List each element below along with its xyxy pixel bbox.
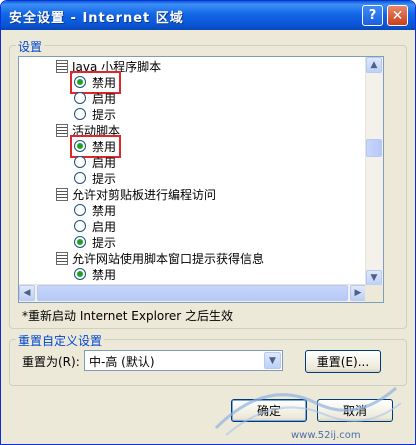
tree-label: 提示 [92,107,117,122]
reset-button-label: 重置(E)... [316,355,370,369]
settings-group-label: 设置 [16,38,45,55]
cancel-button[interactable]: 取消 [317,399,393,422]
tree-option[interactable]: 提示 [72,234,119,250]
dialog-window: 安全设置 - Internet 区域 ? ✕ 设置 Java 小程序脚本 禁用 启用… [0,0,416,445]
scroll-left-button[interactable]: ◀ [19,285,35,301]
close-button[interactable]: ✕ [387,5,408,26]
close-icon: ✕ [391,7,404,24]
vertical-scrollbar[interactable]: ▲ ▼ [365,57,383,286]
settings-tree[interactable]: Java 小程序脚本 禁用 启用 提示 活动脚本 禁用 启用 提示 允许对剪贴板进行编程访问 禁用… [18,56,384,303]
radio-icon[interactable] [74,220,86,232]
dropdown-button[interactable]: ▼ [264,352,281,369]
watermark-text: www.52ij.com [291,430,361,441]
radio-icon[interactable] [74,92,86,104]
settings-category-icon [56,187,68,201]
arrow-down-icon: ▼ [370,273,378,283]
arrow-up-icon: ▲ [370,60,378,70]
chevron-down-icon: ▼ [269,355,276,366]
tree-option[interactable]: 提示 [72,170,119,186]
ok-button[interactable]: 确定 [231,399,307,422]
scroll-up-button[interactable]: ▲ [366,57,382,73]
tree-option[interactable]: 提示 [72,106,119,122]
radio-icon[interactable] [74,156,86,168]
settings-category-icon [56,123,68,137]
help-icon: ? [368,8,377,23]
settings-category-icon [56,59,68,73]
radio-icon[interactable] [74,204,86,216]
custom-settings-group-label: 重置自定义设置 [16,332,105,349]
scroll-right-button[interactable]: ▶ [350,285,366,301]
help-button[interactable]: ? [362,5,383,26]
reset-level-value: 中-高 (默认) [89,355,155,369]
scroll-down-button[interactable]: ▼ [366,270,382,286]
radio-selected-icon[interactable] [74,236,86,248]
vertical-scroll-thumb[interactable] [366,139,382,157]
title-bar[interactable]: 安全设置 - Internet 区域 ? ✕ [1,1,415,30]
restart-note: *重新启动 Internet Explorer 之后生效 [22,309,234,323]
radio-selected-icon[interactable] [74,268,86,280]
arrow-left-icon: ◀ [23,288,31,298]
tree-label: 提示 [92,171,117,186]
window-title: 安全设置 - Internet 区域 [9,11,184,26]
settings-category-icon [56,251,68,265]
horizontal-scroll-thumb[interactable] [37,285,348,301]
radio-icon[interactable] [74,172,86,184]
reset-level-select[interactable]: 中-高 (默认) ▼ [84,350,283,371]
tree-label: 提示 [92,235,117,250]
radio-selected-icon[interactable] [74,140,86,152]
reset-button[interactable]: 重置(E)... [305,350,381,373]
ok-button-label: 确定 [256,404,281,418]
radio-selected-icon[interactable] [74,76,86,88]
reset-label: 重置为(R): [22,355,80,369]
cancel-button-label: 取消 [342,404,367,418]
arrow-right-icon: ▶ [354,288,362,298]
horizontal-scrollbar[interactable]: ◀ ▶ [19,284,366,302]
scroll-corner [365,285,383,302]
radio-icon[interactable] [74,108,86,120]
